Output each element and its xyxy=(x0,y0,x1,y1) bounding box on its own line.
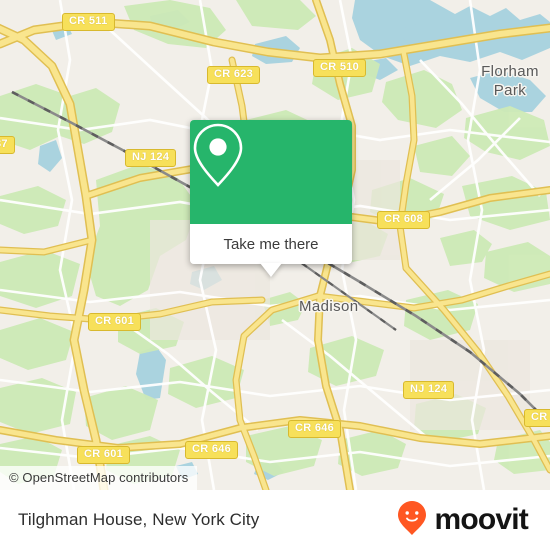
road-shield-cr511: CR 511 xyxy=(62,13,115,31)
road-shield-cr601-b: CR 601 xyxy=(77,446,131,464)
take-me-there-button[interactable]: Take me there xyxy=(190,224,352,264)
road-shield-cr-clipped: CR xyxy=(524,409,550,427)
popup-header xyxy=(190,120,352,224)
road-shield-nj124-b: NJ 124 xyxy=(403,381,455,399)
map-canvas[interactable]: Florham Park Madison CR 511 CR 623 CR 51… xyxy=(0,0,550,490)
place-label-line1: Florham xyxy=(481,63,539,80)
moovit-wordmark: moovit xyxy=(434,503,528,536)
road-shield-cr510: CR 510 xyxy=(313,59,367,77)
popup-pointer-tail xyxy=(260,263,282,277)
map-attribution[interactable]: © OpenStreetMap contributors xyxy=(0,466,198,490)
road-shield-287-clipped: 37 xyxy=(0,136,15,154)
road-shield-nj124-a: NJ 124 xyxy=(125,149,177,167)
moovit-map-screen: Florham Park Madison CR 511 CR 623 CR 51… xyxy=(0,0,550,550)
moovit-pin-icon xyxy=(397,500,427,541)
road-shield-cr608: CR 608 xyxy=(377,211,431,229)
road-shield-cr646-a: CR 646 xyxy=(288,420,342,438)
place-label-florham-park: Florham Park xyxy=(455,62,550,100)
take-me-there-label: Take me there xyxy=(223,235,319,253)
road-shield-cr601-a: CR 601 xyxy=(88,313,142,331)
location-title: Tilghman House, New York City xyxy=(18,510,260,529)
footer-bar: Tilghman House, New York City moovit xyxy=(0,490,550,550)
place-label-madison: Madison xyxy=(299,298,359,315)
moovit-logo[interactable]: moovit xyxy=(397,500,529,541)
road-shield-cr646-b: CR 646 xyxy=(185,441,239,459)
road-shield-cr623: CR 623 xyxy=(207,66,261,84)
place-label-line2: Park xyxy=(493,82,527,99)
location-popup[interactable]: Take me there xyxy=(190,120,352,277)
